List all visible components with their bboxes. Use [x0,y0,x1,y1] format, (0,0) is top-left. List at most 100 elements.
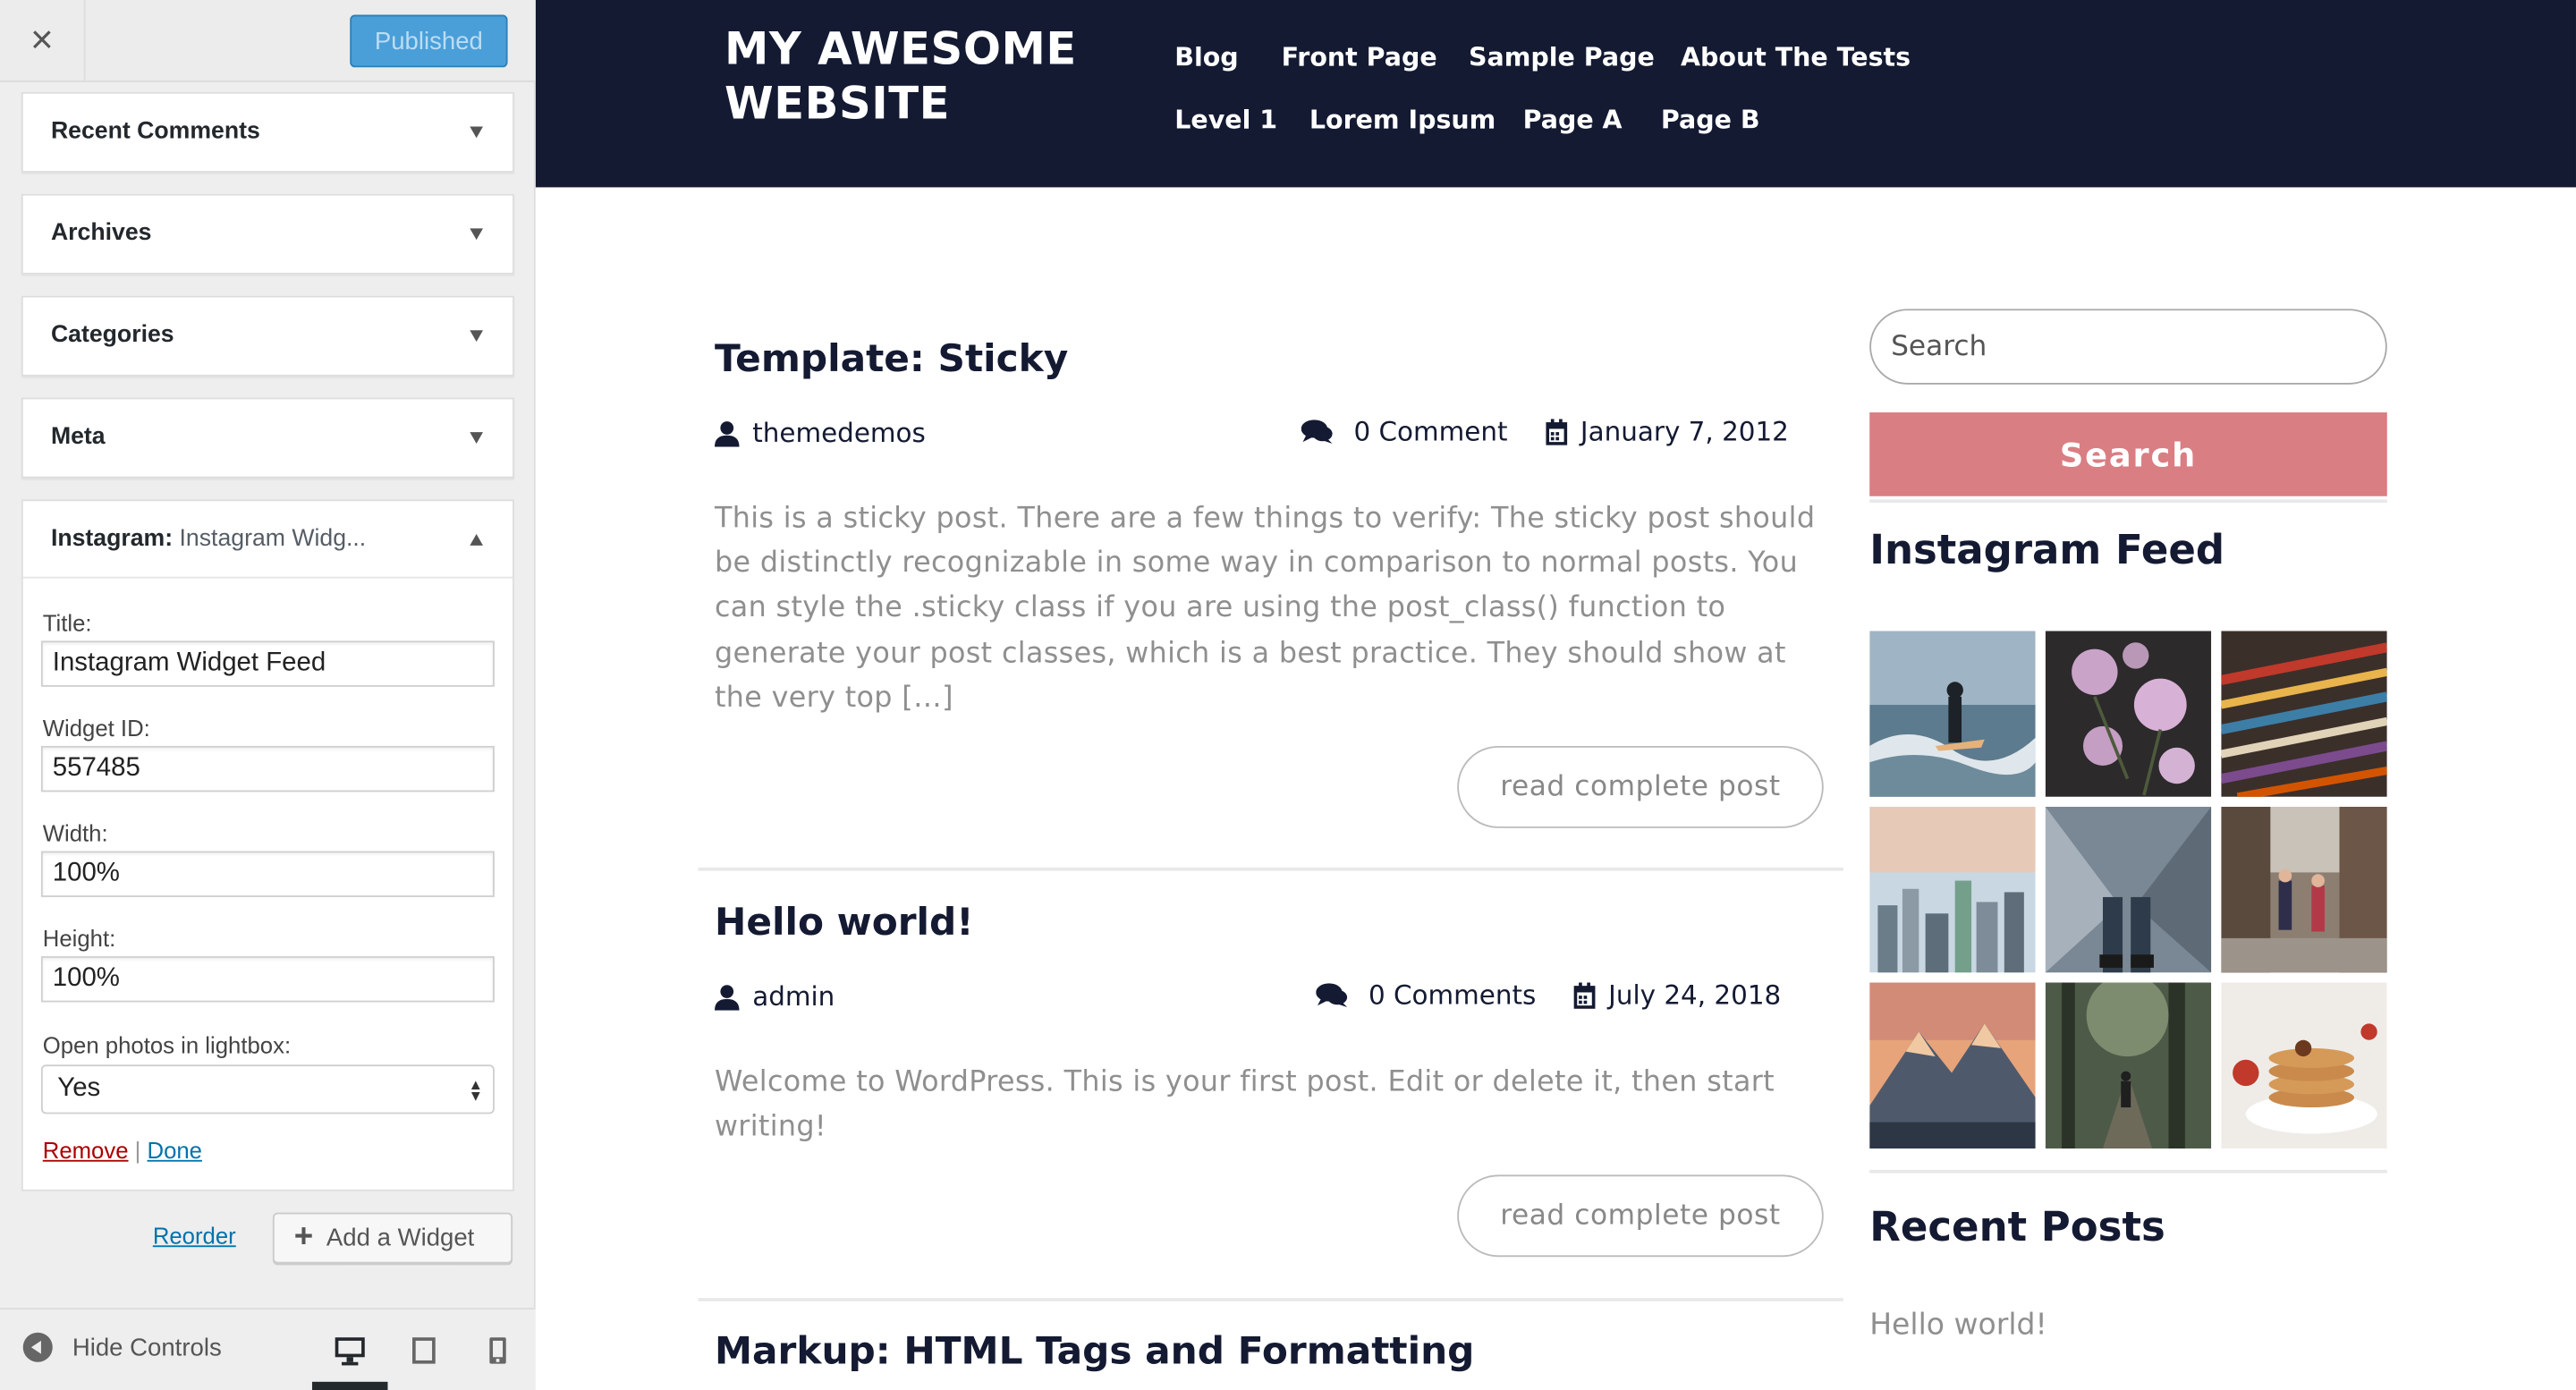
date-text[interactable]: January 7, 2012 [1580,416,1789,447]
flowers-photo-icon [2045,631,2212,797]
mountain-photo-icon [1869,982,2036,1148]
chevron-down-icon [470,228,483,241]
section-recent-comments[interactable]: Recent Comments [21,91,514,173]
site-header: MY AWESOME WEBSITE Blog Front Page Sampl… [535,0,2576,188]
nav-item-page-a[interactable]: Page A [1523,106,1623,135]
lightbox-select[interactable]: Yes ▲ ▼ [40,1064,495,1115]
height-input[interactable]: 100% [40,956,495,1003]
section-meta[interactable]: Meta [21,397,514,479]
instagram-widget-panel: Instagram: Instagram Widg... Title: Inst… [21,499,514,1191]
width-label: Width: [42,819,108,846]
nav-item-sample-page[interactable]: Sample Page [1469,43,1655,72]
nav-item-about-the-tests[interactable]: About The Tests [1681,43,1911,72]
nav-item-page-b[interactable]: Page B [1661,106,1760,135]
read-more-button[interactable]: read complete post [1457,1174,1824,1258]
site-title[interactable]: MY AWESOME WEBSITE [724,23,1102,131]
remove-link[interactable]: Remove [43,1137,129,1163]
widget-actions: Remove | Done [43,1137,202,1163]
post-comments: 0 Comments [1316,979,1536,1011]
comments-count[interactable]: 0 Comments [1368,979,1536,1011]
post-author: themedemos [714,418,926,449]
done-link[interactable]: Done [148,1137,202,1163]
section-label: Archives [50,220,152,247]
paintbrushes-photo-icon [2221,631,2387,797]
instagram-photo-legs-skyscraper[interactable] [2045,806,2212,973]
pancakes-photo-icon [2221,982,2387,1148]
add-widget-button[interactable]: + Add a Widget [272,1212,513,1264]
read-more-button[interactable]: read complete post [1457,745,1824,828]
comments-count[interactable]: 0 Comment [1353,416,1507,447]
city-photo-icon [1869,806,2036,973]
widget-header-label: Instagram: Instagram Widg... [50,525,367,553]
close-icon: × [30,18,54,63]
chevron-down-icon [470,330,483,343]
street-photo-icon [2221,806,2387,973]
author-name[interactable]: themedemos [752,418,926,449]
lightbox-select-value: Yes [57,1074,101,1103]
date-text[interactable]: July 24, 2018 [1608,979,1781,1011]
instagram-photo-street[interactable] [2221,806,2387,973]
nav-item-front-page[interactable]: Front Page [1282,43,1437,72]
sidebar-divider [1869,1169,2387,1174]
customizer-header: × Published [0,0,536,82]
mobile-preview-button[interactable] [479,1333,515,1369]
post-title[interactable]: Template: Sticky [715,338,1068,381]
user-icon [714,984,740,1010]
author-name[interactable]: admin [752,981,835,1013]
section-label: Recent Comments [50,118,260,145]
reorder-link[interactable]: Reorder [153,1223,236,1249]
instagram-photo-mountain[interactable] [1869,982,2036,1148]
close-customizer-button[interactable]: × [0,0,86,82]
section-archives[interactable]: Archives [21,193,514,275]
instagram-photo-forest[interactable] [2045,982,2212,1148]
tablet-preview-button[interactable] [406,1333,442,1369]
post-title[interactable]: Hello world! [715,902,974,945]
section-label: Categories [50,322,174,349]
search-button[interactable]: Search [1869,412,2387,496]
desktop-preview-button[interactable] [332,1333,368,1369]
hide-controls-button[interactable]: Hide Controls [22,1332,222,1362]
comments-icon [1301,419,1333,444]
section-label: Meta [50,423,106,451]
post-excerpt: Welcome to WordPress. This is your first… [714,1066,1775,1144]
nav-item-level-1[interactable]: Level 1 [1174,106,1277,135]
publish-button[interactable]: Published [350,14,508,68]
section-categories[interactable]: Categories [21,295,514,377]
post-divider [698,1298,1843,1301]
recent-posts-title: Recent Posts [1869,1202,2165,1250]
skyscraper-photo-icon [2045,806,2212,973]
plus-icon: + [293,1218,314,1256]
mobile-icon [489,1337,506,1364]
select-arrows-icon: ▲ ▼ [468,1076,483,1105]
instagram-widget-header[interactable]: Instagram: Instagram Widg... [22,501,513,579]
add-widget-label: Add a Widget [326,1224,475,1252]
instagram-photo-flowers[interactable] [2045,631,2212,797]
post-comments: 0 Comment [1301,416,1507,447]
instagram-photo-city[interactable] [1869,806,2036,973]
instagram-photo-brushes[interactable] [2221,631,2387,797]
instagram-photo-surfer[interactable] [1869,631,2036,797]
sidebar-divider [1869,499,2387,504]
tablet-icon [412,1337,436,1364]
search-input[interactable]: Search [1869,309,2387,385]
collapse-arrow-icon [22,1332,53,1362]
hide-controls-label: Hide Controls [72,1333,222,1361]
nav-item-blog[interactable]: Blog [1174,43,1238,72]
chevron-down-icon [470,126,483,139]
lightbox-label: Open photos in lightbox: [42,1031,292,1058]
desktop-icon [335,1337,365,1366]
forest-photo-icon [2045,982,2212,1148]
nav-item-lorem-ipsum[interactable]: Lorem Ipsum [1309,106,1496,135]
calendar-icon [1573,981,1596,1008]
instagram-photo-pancakes[interactable] [2221,982,2387,1148]
recent-post-link[interactable]: Hello world! [1869,1308,2047,1343]
widget-id-label: Widget ID: [42,715,150,742]
widget-id-input[interactable]: 557485 [40,745,495,792]
calendar-icon [1546,418,1568,445]
title-input[interactable]: Instagram Widget Feed [40,640,495,687]
action-separator: | [134,1137,141,1164]
post-title[interactable]: Markup: HTML Tags and Formatting [715,1331,1474,1374]
width-input[interactable]: 100% [40,851,495,897]
chevron-up-icon [470,533,483,546]
title-label: Title: [42,609,92,636]
